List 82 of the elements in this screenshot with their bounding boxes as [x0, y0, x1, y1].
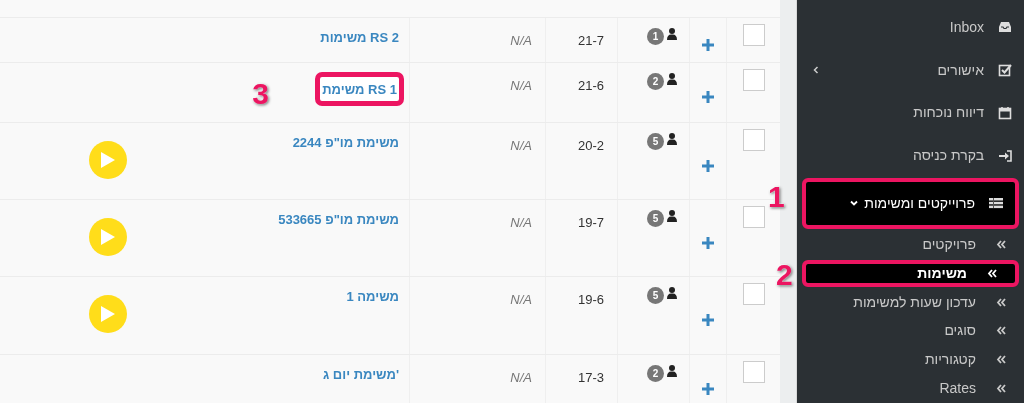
count-badge: 2 [647, 365, 664, 382]
double-chevron-icon [996, 384, 1006, 394]
table-cell: N/A [510, 33, 532, 48]
task-link[interactable]: משימת מו"פ 533665 [278, 210, 399, 230]
double-chevron-icon [996, 355, 1006, 365]
row-checkbox[interactable] [742, 361, 765, 383]
table-cell: N/A [510, 138, 532, 153]
sidebar-label: Rates [939, 379, 976, 399]
play-button[interactable] [89, 295, 127, 333]
plus-icon [702, 159, 714, 172]
double-chevron-icon [996, 326, 1006, 336]
user-icon [667, 365, 677, 377]
sidebar-label: בקרת כניסה [912, 146, 984, 166]
count-badge: 5 [647, 287, 664, 304]
callout-number: 3 [252, 79, 269, 109]
play-button[interactable] [89, 218, 127, 256]
checkbox-icon [998, 63, 1012, 78]
sidebar-subitem[interactable]: סוגים [797, 316, 1024, 346]
play-button[interactable] [89, 141, 127, 179]
table-cell: 21-6 [577, 78, 604, 93]
sidebar-subitem[interactable]: Rates [797, 374, 1024, 403]
table-cell: N/A [510, 292, 532, 307]
task-link[interactable]: משימות RS 2 [320, 28, 399, 48]
plus-icon [702, 383, 714, 395]
count-badge: 1 [647, 28, 664, 45]
sidebar-label: עדכון שעות למשימות [853, 292, 976, 312]
inbox-icon [998, 20, 1012, 35]
sidebar-subitem[interactable]: קטגוריות [797, 345, 1024, 375]
count-badge: 5 [647, 210, 664, 227]
sidebar-label: אישורים [937, 60, 984, 80]
table-cell: 21-7 [577, 33, 604, 48]
table-cell: 19-6 [577, 292, 604, 307]
double-chevron-icon [996, 297, 1006, 307]
user-icon [667, 287, 677, 299]
sign-in-icon [998, 148, 1012, 163]
row-checkbox[interactable] [742, 24, 765, 46]
sidebar-subitem[interactable]: פרויקטים [797, 229, 1024, 259]
sidebar-label: סוגים [944, 321, 976, 341]
table-cell: 20-2 [577, 138, 604, 153]
plus-icon [702, 314, 714, 326]
play-icon [100, 151, 116, 169]
sidebar-item[interactable]: בקרת כניסה [797, 134, 1024, 178]
sidebar-subitem[interactable]: עדכון שעות למשימות [797, 287, 1024, 317]
row-checkbox[interactable] [742, 283, 765, 305]
sidebar-item[interactable]: אישורים [797, 48, 1024, 92]
sidebar-label: Inbox [949, 17, 984, 37]
sidebar-item[interactable]: Inbox [797, 6, 1024, 49]
row-checkbox[interactable] [742, 69, 765, 91]
task-link[interactable]: משימת RS 1 [322, 82, 397, 97]
callout-number: 1 [768, 182, 785, 213]
double-chevron-icon [996, 239, 1006, 249]
play-icon [100, 228, 116, 246]
task-link[interactable]: משימת מו"פ 2244 [292, 133, 399, 153]
table-cell: N/A [510, 78, 532, 93]
list-icon [989, 196, 1003, 211]
plus-icon [702, 236, 714, 249]
row-checkbox[interactable] [742, 206, 765, 228]
table-cell: N/A [510, 215, 532, 230]
task-link[interactable]: משימה 1 [346, 287, 399, 307]
table-cell: 19-7 [577, 215, 604, 230]
user-icon [667, 28, 677, 40]
callout-number: 2 [776, 259, 793, 290]
user-icon [667, 210, 677, 222]
table-cell: N/A [510, 370, 532, 385]
play-icon [100, 305, 116, 323]
sidebar-label: משימות [917, 263, 967, 283]
sidebar-item[interactable]: דיווח נוכחות [797, 91, 1024, 135]
task-link[interactable]: משימת יום ג' [323, 365, 399, 385]
sidebar-label: פרויקטים [922, 234, 976, 254]
row-checkbox[interactable] [742, 129, 765, 151]
count-badge: 2 [647, 73, 664, 90]
sidebar-label: דיווח נוכחות [913, 103, 984, 123]
plus-icon [702, 91, 714, 103]
user-icon [667, 73, 677, 85]
user-icon [667, 133, 677, 145]
sidebar-label: פרוייקטים ומשימות [864, 193, 975, 213]
table-cell: 17-3 [577, 370, 604, 385]
sidebar-label: קטגוריות [924, 350, 976, 370]
plus-icon [702, 38, 714, 51]
double-chevron-icon [987, 268, 997, 278]
count-badge: 5 [647, 133, 664, 150]
calendar-icon [998, 105, 1012, 120]
